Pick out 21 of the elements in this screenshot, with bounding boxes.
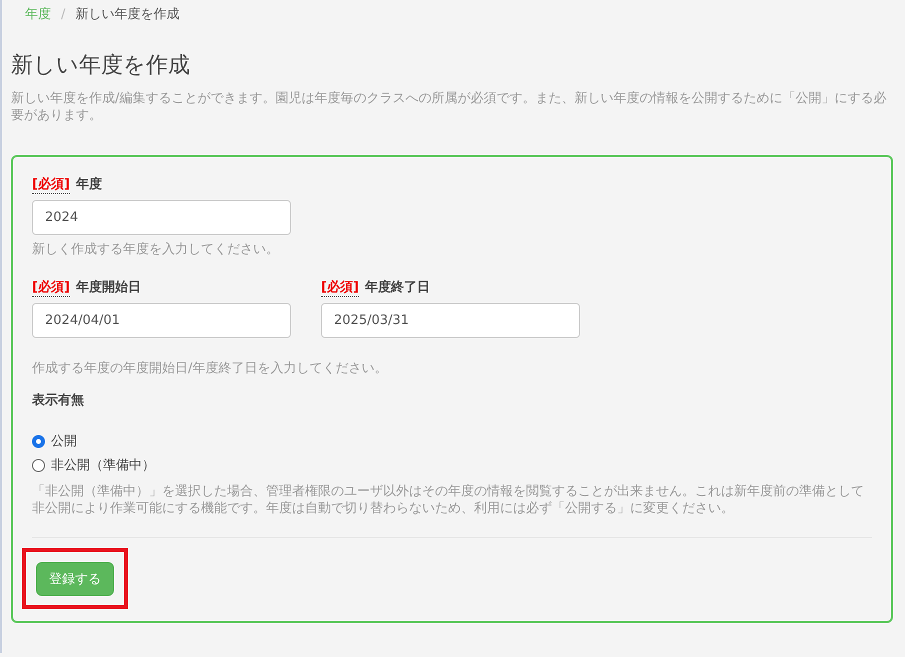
section-label: 表示有無 [32, 392, 85, 409]
radio-label[interactable]: 公開 [51, 432, 77, 450]
field-label: 年度終了日 [364, 278, 430, 297]
field-label: 年度 [76, 176, 102, 194]
breadcrumb-current: 新しい年度を作成 [75, 6, 180, 23]
help-text: 「非公開（準備中）」を選択した場合、管理者権限のユーザ以外はその年度の情報を閲覧することが出来ません。これは新年度前の準備として非公開により作業可能にする機能です。年度は自動で切り替わらないため、利用には必ず「公開する」に変更ください。 [32, 483, 865, 517]
year-input[interactable]: 2024 [32, 200, 291, 235]
breadcrumb-separator: / [61, 6, 66, 22]
required-mark: [必須] [32, 278, 70, 297]
help-text: 新しく作成する年度を入力してください。 [32, 241, 280, 258]
page-title: 新しい年度を作成 [11, 52, 191, 80]
field-label: 年度開始日 [76, 278, 141, 297]
page-description: 新しい年度を作成/編集することができます。園児は年度毎のクラスへの所属が必須です。また、新しい年度の情報を公開するために「公開」にする必要があります。 [11, 90, 888, 124]
required-mark: [必須] [321, 278, 359, 297]
radio-button[interactable] [32, 458, 45, 472]
date-input[interactable]: 2025/03/31 [321, 303, 580, 338]
radio-button[interactable] [32, 434, 45, 448]
date-input[interactable]: 2024/04/01 [32, 303, 291, 338]
radio-label[interactable]: 非公開（準備中） [51, 456, 155, 474]
required-mark: [必須] [32, 175, 70, 194]
help-text: 作成する年度の年度開始日/年度終了日を入力してください。 [32, 360, 388, 377]
